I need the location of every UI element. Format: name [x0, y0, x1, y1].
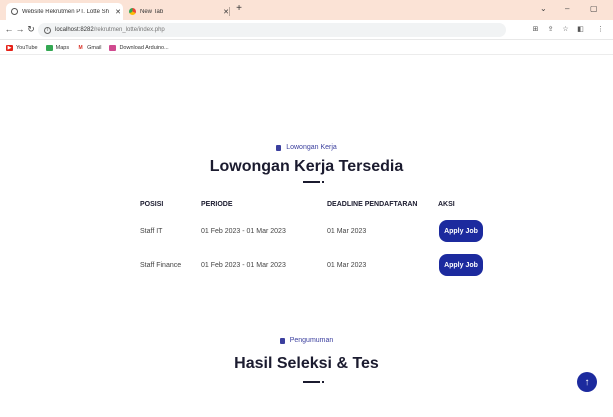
- table-row: Staff IT 01 Feb 2023 - 01 Mar 2023 01 Ma…: [140, 220, 490, 242]
- tab-title: Website Rekrutmen PT. Lotte Sh: [22, 8, 109, 15]
- cell-posisi: Staff Finance: [140, 261, 182, 269]
- cell-posisi: Staff IT: [140, 227, 163, 235]
- info-icon[interactable]: i: [44, 26, 51, 34]
- maximize-icon[interactable]: ▢: [590, 4, 598, 13]
- bookmark-icon: [279, 337, 285, 344]
- tab-rekrutmen[interactable]: Website Rekrutmen PT. Lotte Sh ✕: [6, 3, 123, 20]
- star-icon[interactable]: ☆: [561, 25, 570, 33]
- tab-new-tab[interactable]: New Tab ✕: [124, 3, 231, 20]
- bookmark-arduino[interactable]: Download Arduino...: [109, 44, 169, 51]
- bookmark-youtube[interactable]: ▶ YouTube: [6, 44, 38, 51]
- cell-periode: 01 Feb 2023 - 01 Mar 2023: [201, 227, 286, 235]
- tab-divider: [229, 7, 230, 16]
- reload-icon[interactable]: ↻: [26, 24, 36, 35]
- table-row: Staff Finance 01 Feb 2023 - 01 Mar 2023 …: [140, 254, 490, 276]
- apply-job-button[interactable]: Apply Job: [439, 254, 483, 276]
- share-icon[interactable]: ⇪: [546, 25, 555, 33]
- chevron-down-icon[interactable]: ⌄: [540, 4, 547, 13]
- chrome-icon: [129, 8, 136, 15]
- gmail-icon: M: [77, 44, 85, 51]
- cell-periode: 01 Feb 2023 - 01 Mar 2023: [201, 261, 286, 269]
- url-path: /rekrutmen_lotte/index.php: [93, 27, 165, 33]
- sidebar-icon[interactable]: ◧: [576, 25, 585, 33]
- new-tab-button[interactable]: +: [233, 3, 245, 14]
- cell-deadline: 01 Mar 2023: [327, 227, 367, 235]
- title-underline: [303, 181, 320, 183]
- url-host: localhost:8282: [55, 27, 94, 33]
- tab-title: New Tab: [140, 8, 164, 15]
- browser-toolbar: ← → ↻ i localhost:8282/rekrutmen_lotte/i…: [0, 20, 613, 40]
- browser-tab-bar: Website Rekrutmen PT. Lotte Sh ✕ New Tab…: [0, 0, 613, 20]
- cell-deadline: 01 Mar 2023: [327, 261, 367, 269]
- back-icon[interactable]: ←: [4, 24, 14, 34]
- minimize-icon[interactable]: –: [565, 4, 569, 13]
- column-header: POSISI: [140, 200, 164, 208]
- bookmark-icon: [276, 144, 282, 151]
- arrow-up-icon: ↑: [584, 376, 590, 388]
- bookmark-gmail[interactable]: M Gmail: [77, 44, 101, 51]
- title-underline: [303, 381, 320, 383]
- translate-icon[interactable]: ⊞: [531, 25, 540, 33]
- apply-job-button[interactable]: Apply Job: [439, 220, 483, 242]
- announcement-title: Hasil Seleksi & Tes: [234, 355, 379, 372]
- column-header: AKSI: [438, 200, 455, 208]
- extension-icon[interactable]: ⋮: [596, 25, 605, 33]
- column-header: DEADLINE PENDAFTARAN: [327, 200, 418, 208]
- globe-icon: [11, 8, 18, 15]
- address-bar[interactable]: i localhost:8282/rekrutmen_lotte/index.p…: [38, 23, 506, 37]
- bookmark-maps[interactable]: Maps: [45, 44, 69, 51]
- scroll-to-top-button[interactable]: ↑: [577, 372, 597, 392]
- close-icon[interactable]: ✕: [113, 8, 123, 16]
- title-underline-dot: [322, 381, 324, 383]
- announcement-kicker: Pengumuman: [0, 337, 613, 344]
- jobs-title: Lowongan Kerja Tersedia: [209, 158, 404, 175]
- download-icon: [109, 44, 117, 51]
- maps-icon: [45, 44, 53, 51]
- youtube-icon: ▶: [6, 44, 13, 51]
- jobs-kicker: Lowongan Kerja: [0, 144, 613, 151]
- table-header: POSISI PERIODE DEADLINE PENDAFTARAN AKSI: [140, 194, 490, 214]
- forward-icon[interactable]: →: [15, 24, 25, 34]
- column-header: PERIODE: [201, 200, 233, 208]
- title-underline-dot: [322, 181, 324, 183]
- bookmarks-bar: ▶ YouTube Maps M Gmail Download Arduino.…: [0, 41, 613, 55]
